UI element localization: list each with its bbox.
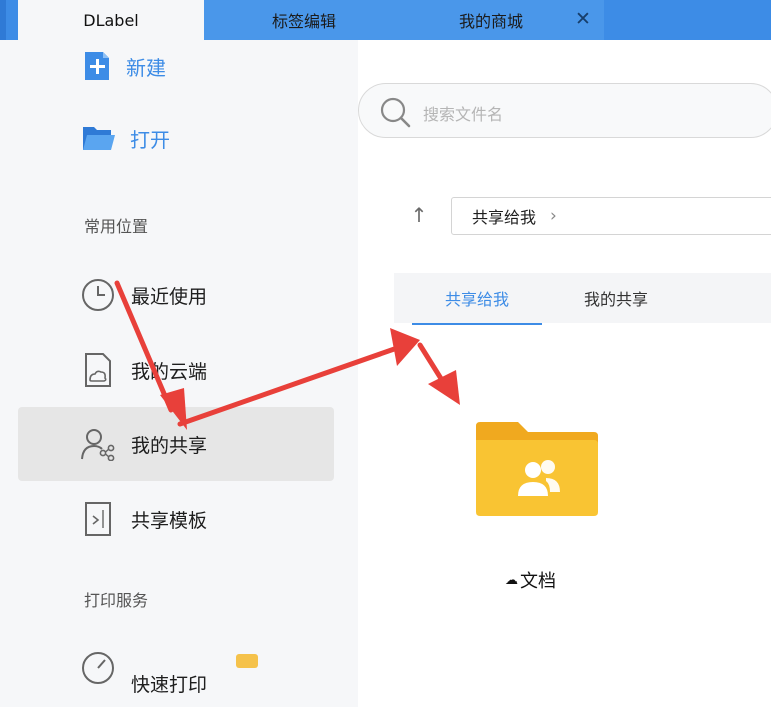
new-file-button[interactable]: 新建 (82, 46, 166, 86)
tab-label-editor-label: 标签编辑 (271, 12, 336, 31)
tab-label-editor[interactable]: 标签编辑 (204, 0, 404, 40)
sidebar-item-label: 最近使用 (131, 285, 208, 308)
tab-my-mall-label: 我的商城 (458, 12, 523, 31)
open-file-label: 打开 (130, 127, 170, 152)
sidebar-item-label: 我的共享 (131, 434, 208, 457)
shared-folder-icon[interactable] (474, 420, 600, 518)
open-file-button[interactable]: 打开 (82, 118, 170, 158)
sidebar-item-label: 共享模板 (131, 509, 208, 532)
tab-dlabel-home[interactable]: DLabel (18, 0, 204, 40)
clock-icon (80, 277, 116, 313)
vip-badge (236, 654, 258, 668)
template-icon (80, 501, 116, 537)
sidebar-item-my-shares[interactable]: 我的共享 (18, 407, 334, 481)
search-icon (380, 97, 411, 128)
folder-open-icon (83, 127, 115, 150)
tab-close-icon[interactable]: ✕ (572, 8, 594, 30)
sidebar-item-shared-templates[interactable]: 共享模板 (18, 482, 334, 556)
breadcrumb[interactable]: 共享给我 › (451, 197, 771, 235)
breadcrumb-current: 共享给我 (472, 208, 537, 227)
share-subtabs: 共享给我 我的共享 (394, 273, 771, 325)
cloud-icon: ☁ (505, 572, 518, 588)
folder-name-label: 文档 (520, 571, 556, 592)
section-title-print-services: 打印服务 (84, 591, 149, 610)
tab-shared-with-me-label: 共享给我 (444, 290, 509, 309)
sidebar-item-label: 我的云端 (131, 360, 208, 383)
plus-document-icon (85, 52, 109, 80)
tab-shared-with-me[interactable]: 共享给我 (412, 273, 542, 325)
new-file-label: 新建 (126, 55, 166, 80)
search-placeholder: 搜索文件名 (423, 105, 504, 124)
speed-gauge-icon (80, 650, 116, 686)
cloud-file-icon (80, 352, 116, 388)
active-tab-underline (412, 323, 542, 325)
sidebar-item-my-cloud[interactable]: 我的云端 (18, 333, 334, 407)
title-tab-bar: DLabel 标签编辑 我的商城 ✕ (0, 0, 771, 40)
sidebar-item-recent[interactable]: 最近使用 (18, 258, 334, 332)
tab-bar-edge (0, 0, 6, 40)
search-input[interactable]: 搜索文件名 (358, 83, 771, 138)
share-user-icon (80, 426, 116, 462)
sidebar-item-fast-print[interactable]: 快速打印 (18, 632, 334, 696)
folder-name[interactable]: ☁ 文档 (505, 567, 556, 593)
tab-my-mall[interactable]: 我的商城 ✕ (404, 0, 604, 40)
chevron-right-icon: › (550, 206, 557, 226)
up-arrow-icon[interactable]: ↑ (408, 203, 430, 227)
section-title-common-locations: 常用位置 (84, 217, 149, 236)
sidebar-item-label: 快速打印 (131, 674, 208, 696)
tab-dlabel-label: DLabel (83, 10, 139, 30)
tab-my-shares[interactable]: 我的共享 (584, 273, 648, 323)
tab-my-shares-label: 我的共享 (584, 290, 649, 309)
